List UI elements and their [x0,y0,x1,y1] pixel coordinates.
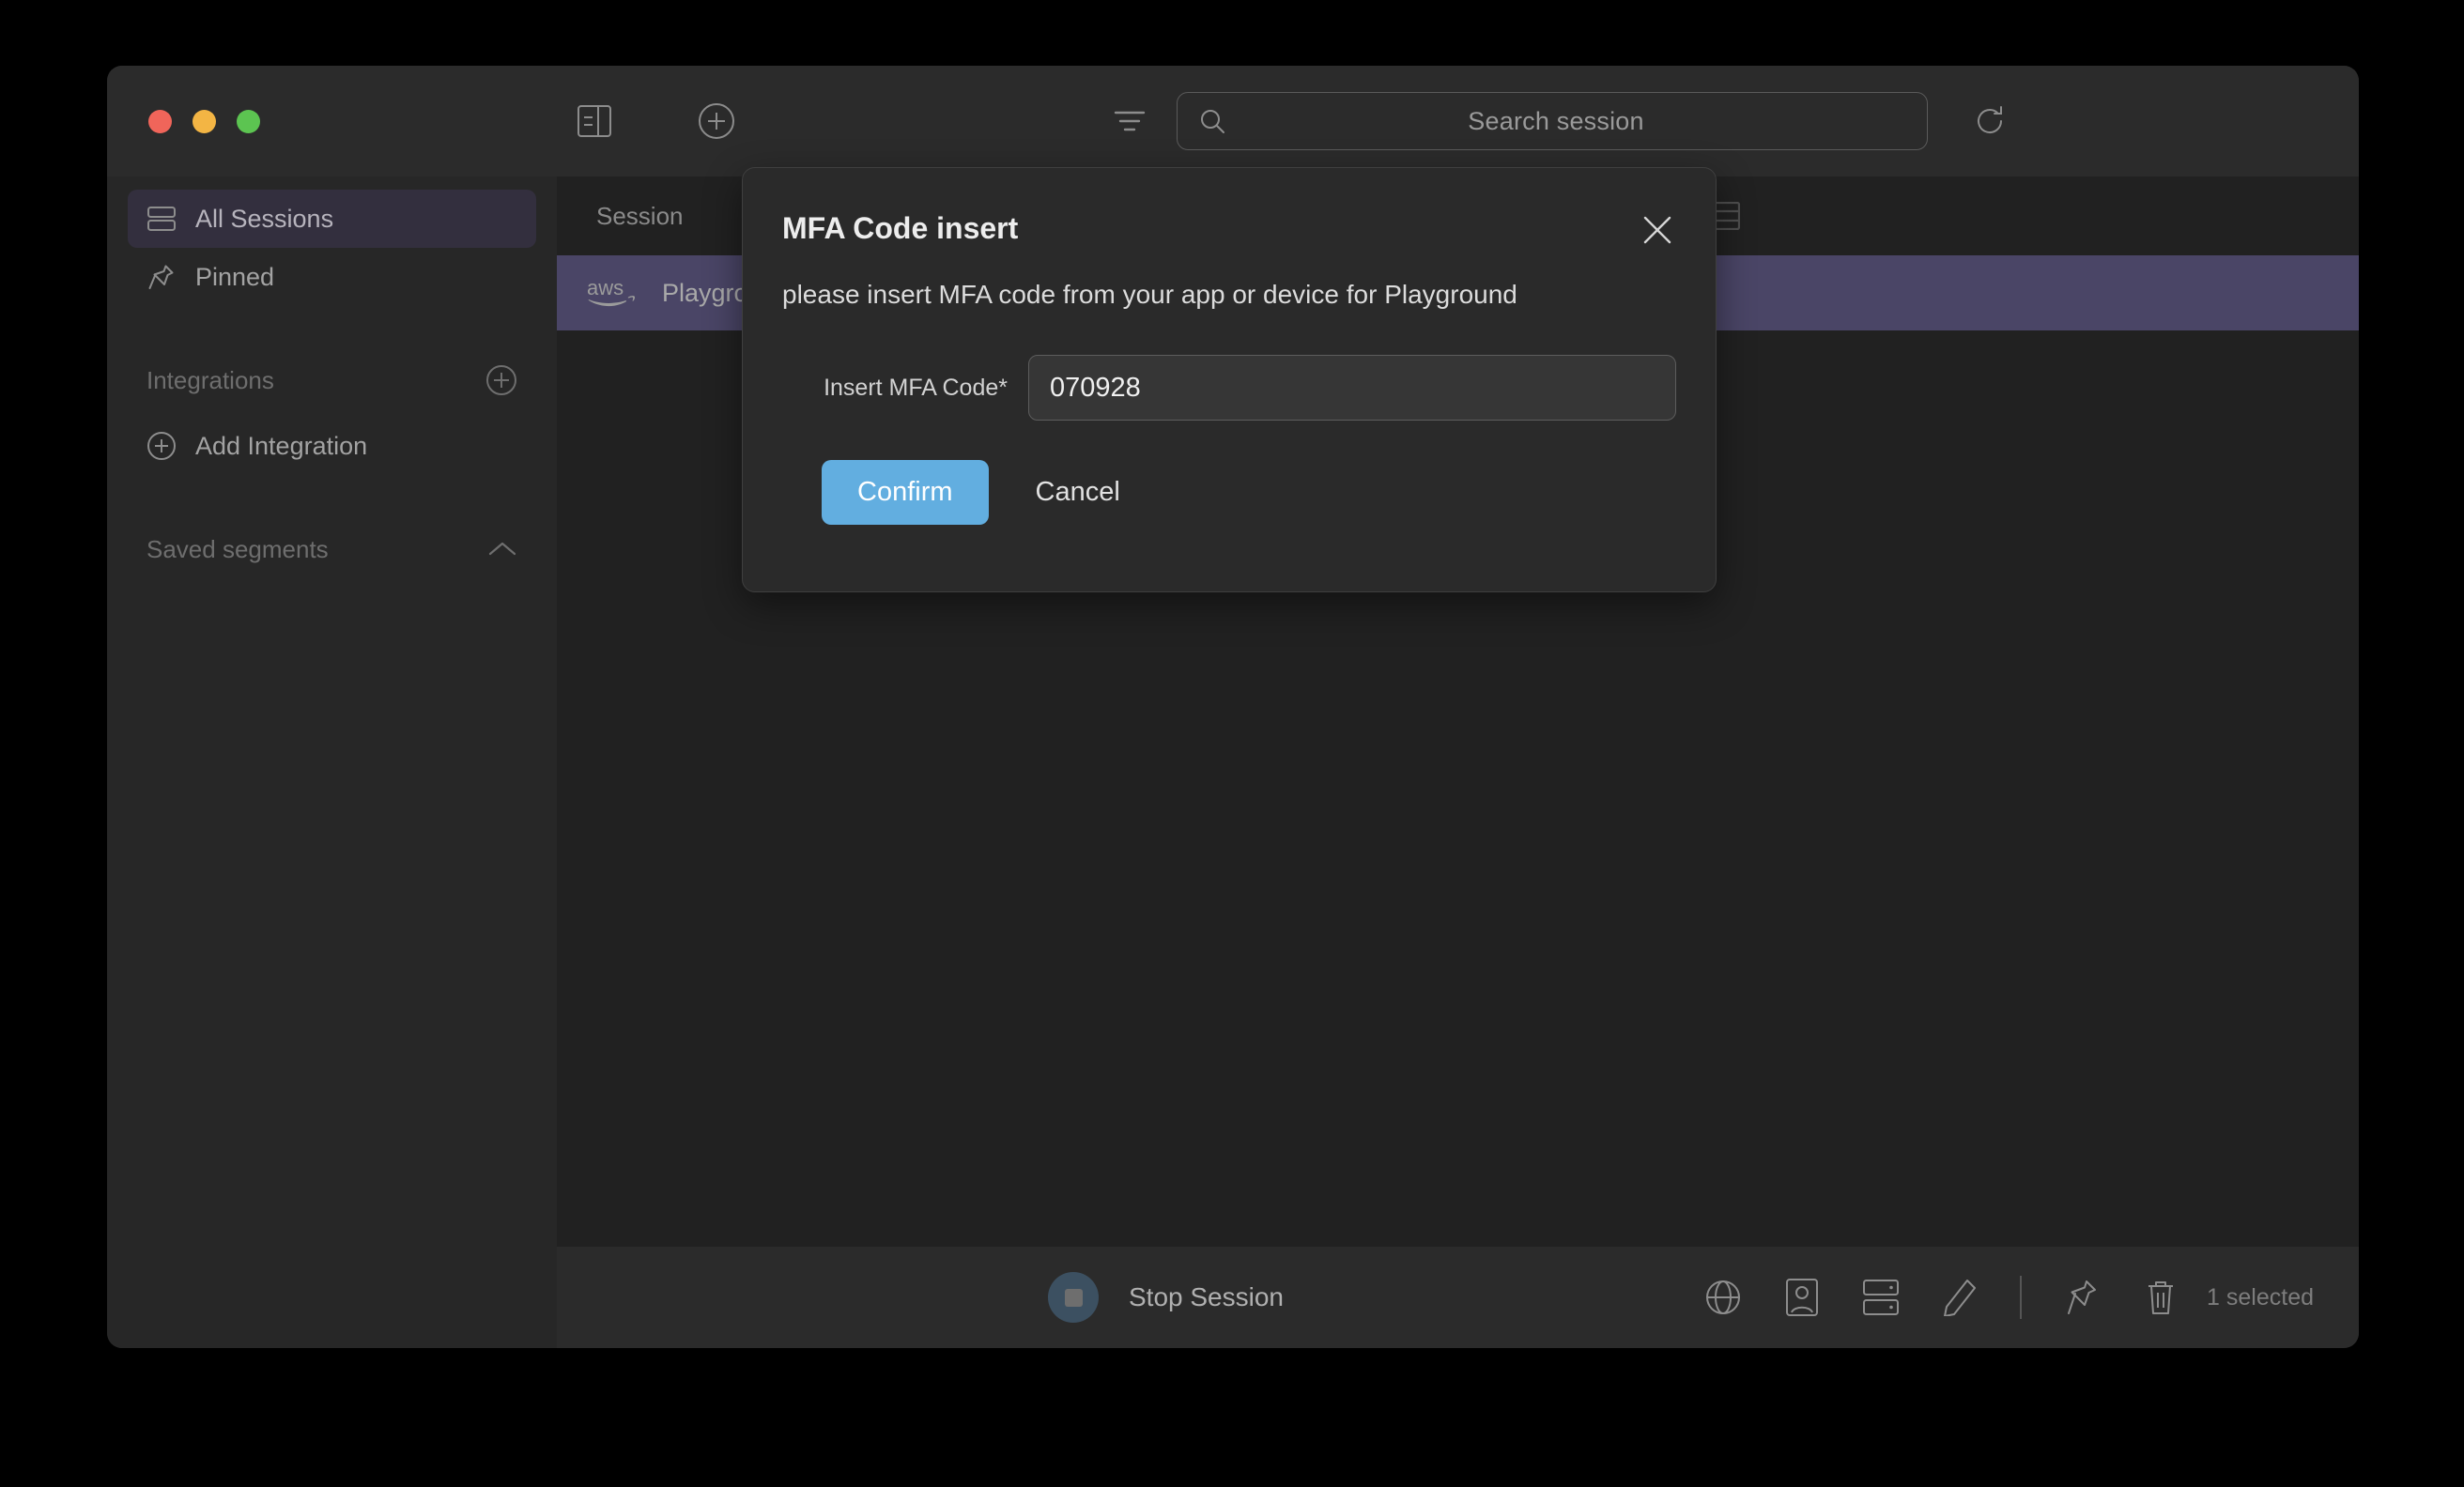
close-window-button[interactable] [148,110,172,133]
cancel-button[interactable]: Cancel [1004,460,1152,525]
minimize-window-button[interactable] [192,110,216,133]
sidebar: All Sessions Pinned Integrations [107,176,557,1348]
aws-logo-icon: aws [587,276,645,310]
trash-icon[interactable] [2121,1279,2200,1316]
filter-icon[interactable] [1114,109,1146,133]
sidebar-item-all-sessions[interactable]: All Sessions [128,190,536,248]
sidebar-section-label: Integrations [146,366,485,395]
server-icon[interactable] [1841,1279,1920,1316]
mfa-field-row: Insert MFA Code* [782,355,1676,421]
close-icon[interactable] [1639,211,1676,249]
dialog-actions: Confirm Cancel [782,460,1676,525]
sidebar-item-label: Add Integration [195,432,367,461]
chevron-up-icon[interactable] [487,540,517,559]
confirm-button[interactable]: Confirm [822,460,989,525]
search-bar[interactable]: Search session [1177,92,1928,150]
mfa-dialog: MFA Code insert please insert MFA code f… [742,167,1717,592]
refresh-icon[interactable] [1972,103,2008,139]
sidebar-item-add-integration[interactable]: Add Integration [128,417,536,475]
traffic-lights [148,110,260,133]
dialog-description: please insert MFA code from your app or … [782,280,1676,310]
sidebar-section-integrations: Integrations [128,355,536,406]
sidebar-item-label: All Sessions [195,205,333,234]
title-bar: Search session [107,66,2359,176]
sessions-list-icon [146,207,177,231]
add-integration-plus-icon[interactable] [485,364,517,396]
pin-icon[interactable] [2042,1279,2121,1316]
gear-icon[interactable] [2357,102,2359,140]
stop-session-button[interactable]: Stop Session [1048,1272,1284,1323]
pin-icon [146,263,177,291]
search-input-placeholder[interactable]: Search session [1206,107,1906,136]
new-session-icon[interactable] [698,102,735,140]
globe-icon[interactable] [1684,1280,1763,1315]
bottom-action-icons [1684,1276,2200,1319]
sidebar-section-saved-segments[interactable]: Saved segments [128,524,536,575]
stop-session-label: Stop Session [1129,1282,1284,1312]
sidebar-section-label: Saved segments [146,535,487,564]
stop-icon [1048,1272,1099,1323]
mfa-code-label: Insert MFA Code* [782,375,1028,402]
svg-text:aws: aws [587,276,624,299]
sidebar-item-label: Pinned [195,263,274,292]
maximize-window-button[interactable] [237,110,260,133]
sidebar-item-pinned[interactable]: Pinned [128,248,536,306]
stop-square-glyph [1065,1289,1083,1307]
user-icon[interactable] [1763,1279,1841,1316]
sidebar-toggle-icon[interactable] [578,105,611,137]
plus-circle-icon [146,431,177,461]
pencil-icon[interactable] [1920,1279,1999,1316]
dialog-title: MFA Code insert [782,211,1676,246]
bottom-toolbar: Stop Session [557,1247,2359,1348]
selection-status: 1 selected [2207,1284,2314,1311]
toolbar-divider [2020,1276,2022,1319]
mfa-code-input[interactable] [1028,355,1676,421]
